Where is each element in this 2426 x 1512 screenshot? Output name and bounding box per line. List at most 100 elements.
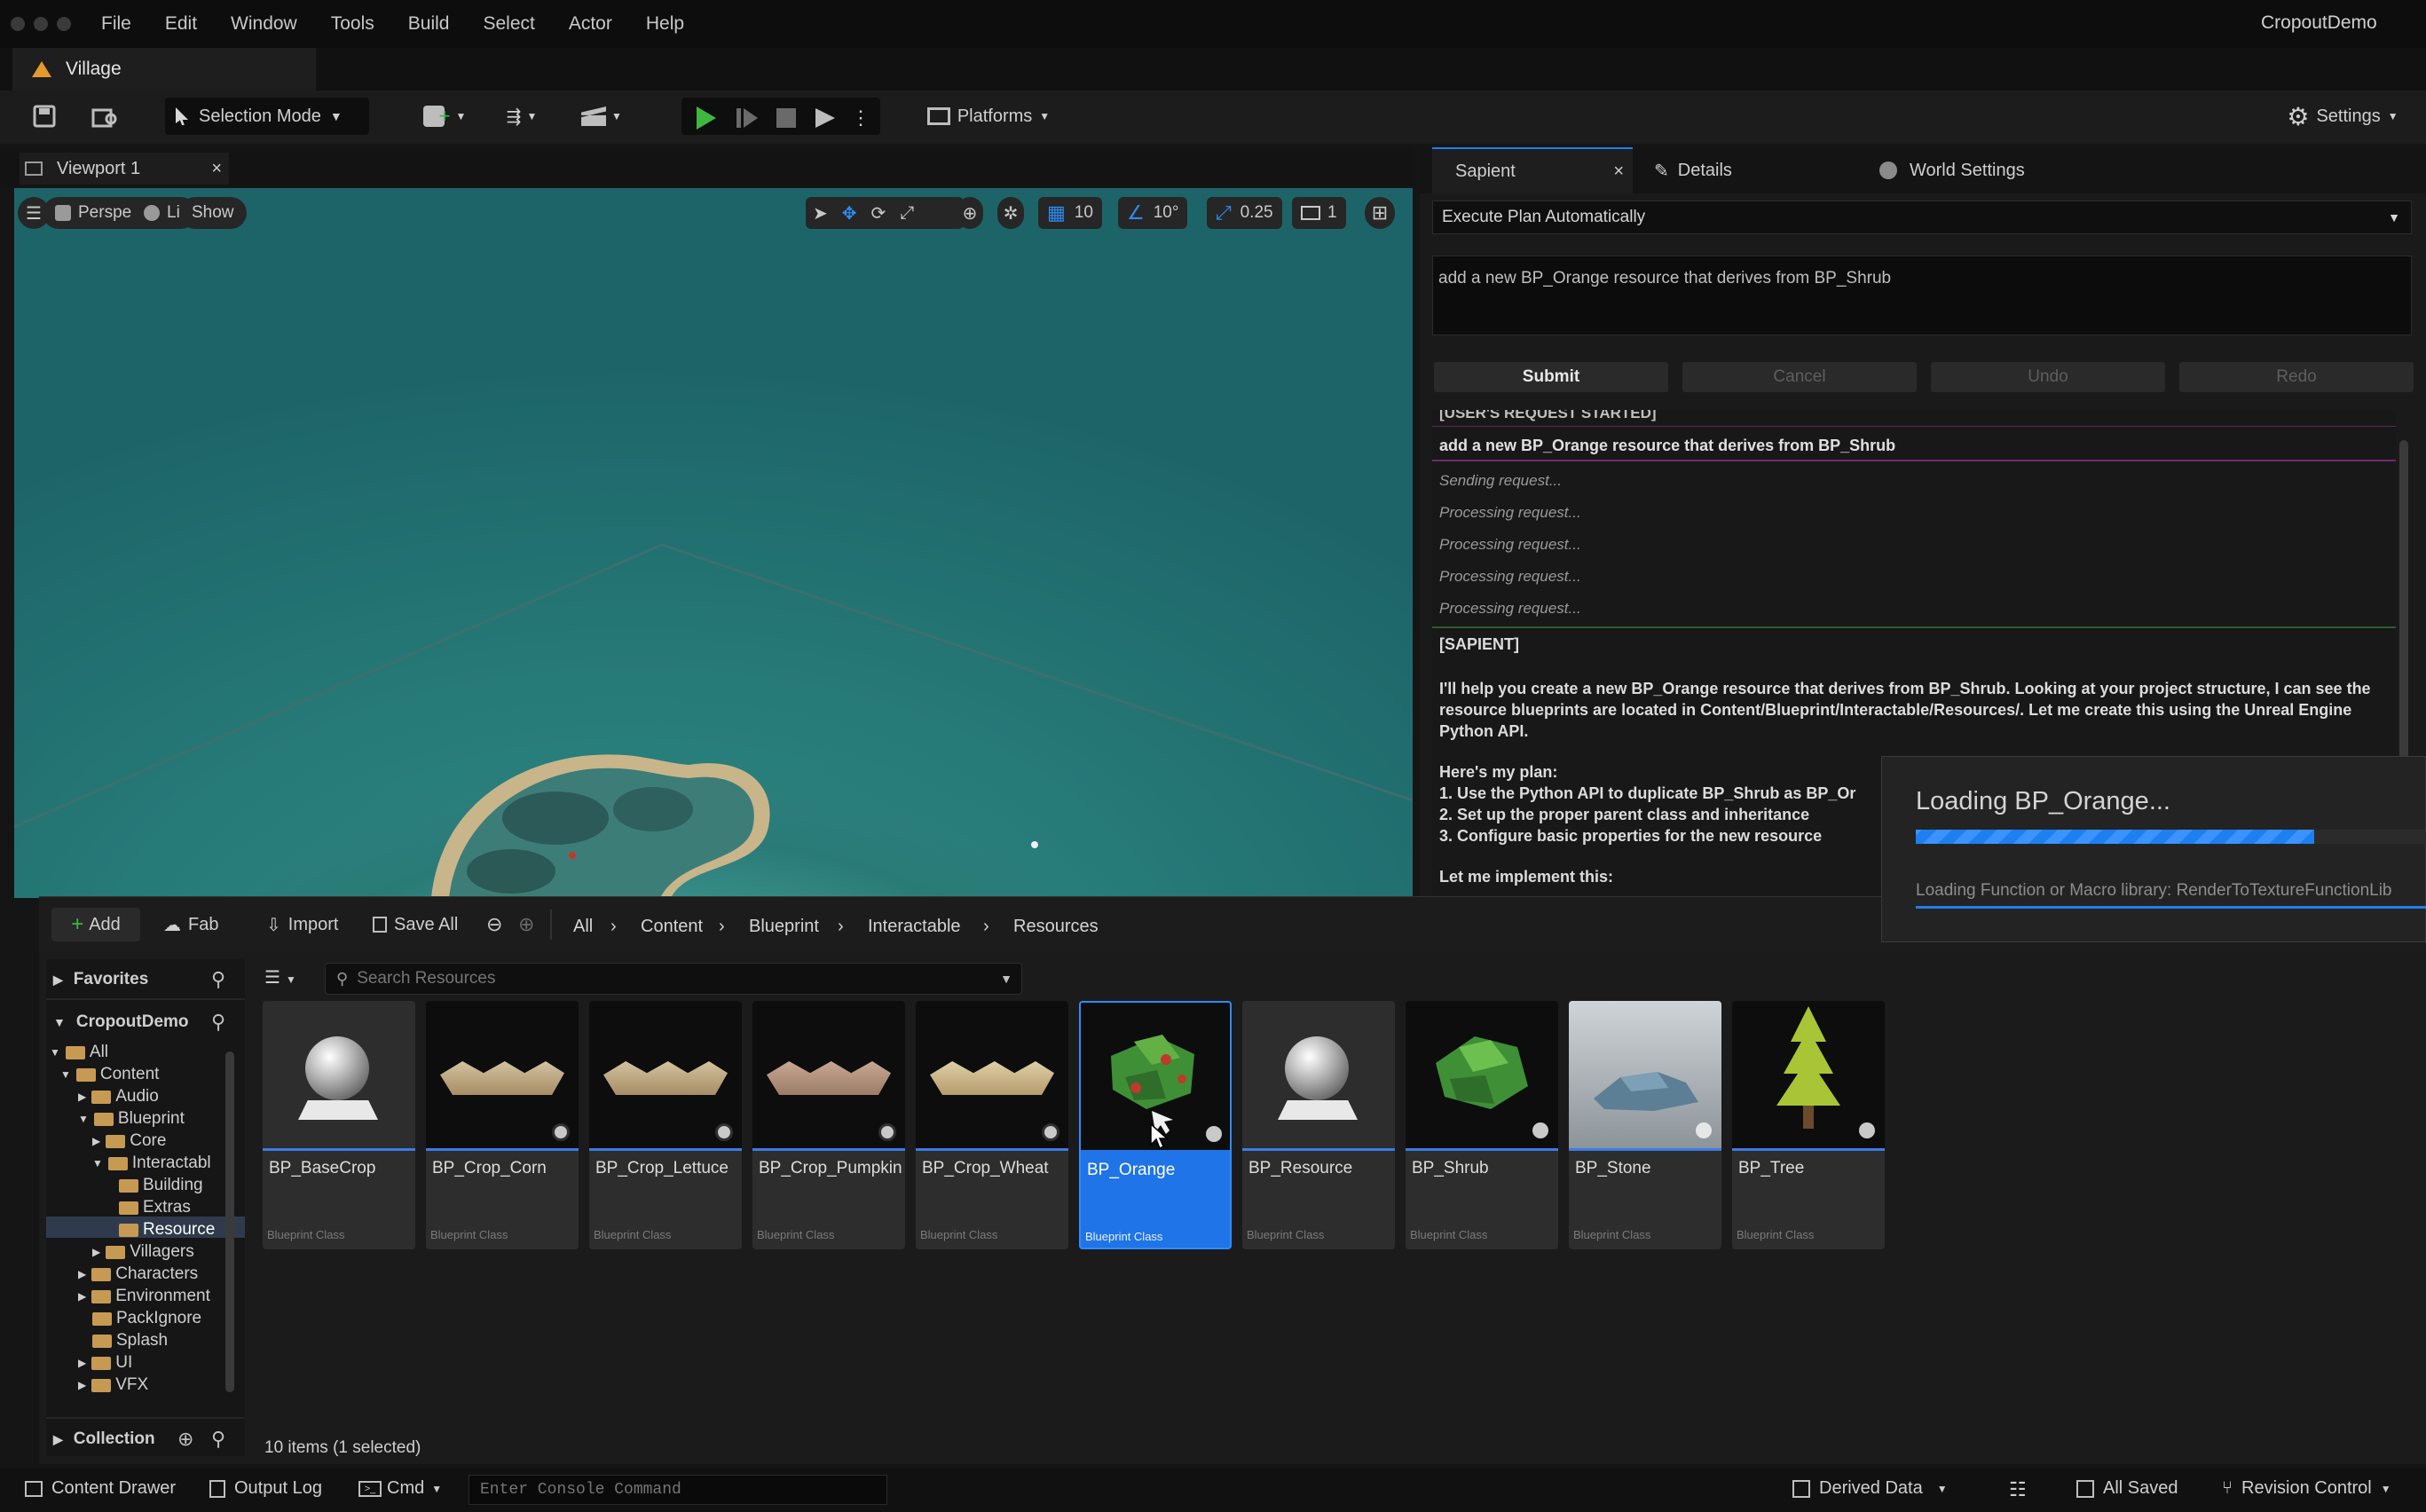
window-minimize-dot[interactable] bbox=[34, 17, 48, 31]
surface-snap-icon[interactable]: ✲ bbox=[997, 197, 1024, 229]
viewport-tab[interactable]: Viewport 1 × bbox=[20, 153, 229, 185]
menu-edit[interactable]: Edit bbox=[165, 13, 197, 35]
source-control-icon[interactable]: ☷ bbox=[2009, 1478, 2027, 1501]
selection-mode-button[interactable]: Selection Mode ▼ bbox=[165, 98, 369, 135]
level-tab[interactable]: Village bbox=[12, 48, 316, 91]
asset-tile[interactable]: BP_Tree Blueprint Class bbox=[1732, 1001, 1885, 1249]
content-drawer-button[interactable]: Content Drawer bbox=[25, 1478, 176, 1499]
tree-item-audio[interactable]: ▶ Audio bbox=[78, 1087, 159, 1106]
close-icon[interactable]: × bbox=[211, 159, 222, 179]
fab-button[interactable]: ☁ Fab bbox=[163, 908, 218, 941]
cinematics-icon[interactable]: ▼ bbox=[573, 98, 630, 135]
save-all-button[interactable]: Save All bbox=[373, 908, 458, 941]
search-field[interactable] bbox=[357, 969, 961, 988]
content-browse-icon[interactable] bbox=[85, 98, 124, 135]
tab-details[interactable]: ✎ Details bbox=[1654, 147, 1732, 193]
tree-item-core[interactable]: ▶ Core bbox=[92, 1131, 166, 1151]
tree-item-splash[interactable]: Splash bbox=[92, 1331, 168, 1351]
rotate-icon[interactable]: ⟳ bbox=[871, 202, 886, 224]
window-maximize-dot[interactable] bbox=[57, 17, 71, 31]
submit-button[interactable]: Submit bbox=[1434, 362, 1668, 392]
execution-mode-dropdown[interactable]: Execute Plan Automatically ▼ bbox=[1432, 201, 2412, 234]
scale-icon[interactable]: ⤢ bbox=[900, 203, 914, 224]
undo-button[interactable]: Undo bbox=[1931, 362, 2165, 392]
asset-tile[interactable]: BP_Crop_Wheat Blueprint Class bbox=[916, 1001, 1068, 1249]
all-saved-button[interactable]: All Saved bbox=[2076, 1478, 2178, 1499]
tree-item-all[interactable]: ▼ All bbox=[50, 1043, 108, 1062]
search-input[interactable]: ⚲ ▼ bbox=[325, 963, 1022, 995]
asset-tile[interactable]: BP_Crop_Pumpkin Blueprint Class bbox=[752, 1001, 905, 1249]
collections-section[interactable]: ▶ Collection bbox=[53, 1429, 155, 1449]
tab-sapient[interactable]: Sapient × bbox=[1432, 147, 1633, 193]
settings-button[interactable]: ⚙ Settings ▼ bbox=[2272, 98, 2414, 135]
menu-build[interactable]: Build bbox=[408, 13, 450, 35]
play-icon[interactable] bbox=[689, 99, 724, 137]
tree-item-resources[interactable]: Resource bbox=[119, 1220, 215, 1240]
tree-item-extras[interactable]: Extras bbox=[119, 1198, 191, 1217]
favorites-section[interactable]: ▶ Favorites bbox=[53, 970, 148, 989]
add-collection-icon[interactable]: ⊕ bbox=[177, 1428, 193, 1451]
breadcrumb-content[interactable]: Content bbox=[641, 917, 703, 937]
menu-select[interactable]: Select bbox=[483, 13, 534, 35]
console-command-input[interactable] bbox=[469, 1475, 887, 1505]
menu-window[interactable]: Window bbox=[231, 13, 297, 35]
redo-button[interactable]: Redo bbox=[2179, 362, 2414, 392]
tree-item-characters[interactable]: ▶ Characters bbox=[78, 1264, 198, 1284]
project-root[interactable]: ▼ CropoutDemo bbox=[53, 1012, 189, 1032]
blueprint-menu-icon[interactable]: ⇶ ▼ bbox=[493, 98, 550, 135]
tree-item-environment[interactable]: ▶ Environment bbox=[78, 1287, 210, 1306]
grid-snap-button[interactable]: ▦ 10 bbox=[1038, 197, 1102, 229]
camera-speed-button[interactable]: 1 bbox=[1292, 197, 1346, 229]
layout-icon[interactable]: ⊞ bbox=[1365, 197, 1395, 229]
derived-data-button[interactable]: Derived Data ▼ bbox=[1792, 1478, 1948, 1499]
import-button[interactable]: ⇩ Import bbox=[266, 908, 338, 941]
search-icon[interactable]: ⚲ bbox=[211, 1011, 225, 1034]
asset-tile[interactable]: BP_Crop_Corn Blueprint Class bbox=[426, 1001, 579, 1249]
tree-item-vfx[interactable]: ▶ VFX bbox=[78, 1375, 148, 1395]
prompt-input[interactable]: add a new BP_Orange resource that derive… bbox=[1432, 256, 2412, 335]
breadcrumb-all[interactable]: All bbox=[573, 917, 593, 937]
stop-icon[interactable] bbox=[768, 99, 804, 137]
tab-world-settings[interactable]: World Settings bbox=[1879, 147, 2025, 193]
tree-item-villagers[interactable]: ▶ Villagers bbox=[92, 1242, 194, 1262]
step-forward-icon[interactable] bbox=[729, 99, 765, 137]
add-actor-icon[interactable]: + ▼ bbox=[415, 98, 474, 135]
asset-tile[interactable]: BP_BaseCrop Blueprint Class bbox=[263, 1001, 415, 1249]
history-forward-icon[interactable]: ⊕ bbox=[518, 908, 534, 941]
menu-actor[interactable]: Actor bbox=[569, 13, 612, 35]
save-icon[interactable] bbox=[27, 98, 62, 135]
filter-button[interactable]: ☰ ▼ bbox=[264, 966, 296, 988]
menu-file[interactable]: File bbox=[101, 13, 131, 35]
select-icon[interactable]: ➤ bbox=[813, 202, 828, 224]
breadcrumb-resources[interactable]: Resources bbox=[1013, 917, 1099, 937]
eject-icon[interactable] bbox=[807, 99, 843, 137]
add-button[interactable]: + Add bbox=[51, 908, 140, 941]
history-back-icon[interactable]: ⊖ bbox=[486, 908, 502, 941]
asset-tile[interactable]: BP_Resource Blueprint Class bbox=[1242, 1001, 1395, 1249]
asset-tile[interactable]: BP_Shrub Blueprint Class bbox=[1406, 1001, 1558, 1249]
asset-tile[interactable]: BP_Crop_Lettuce Blueprint Class bbox=[589, 1001, 742, 1249]
cmd-dropdown[interactable]: >_ Cmd ▼ bbox=[358, 1478, 442, 1499]
breadcrumb-interactable[interactable]: Interactable bbox=[868, 917, 961, 937]
breadcrumb-blueprint[interactable]: Blueprint bbox=[749, 917, 819, 937]
play-options-icon[interactable]: ⋮ bbox=[848, 99, 873, 137]
search-icon[interactable]: ⚲ bbox=[211, 968, 225, 991]
translate-icon[interactable]: ✥ bbox=[842, 202, 857, 224]
tree-item-building[interactable]: Building bbox=[119, 1176, 203, 1195]
rotation-snap-button[interactable]: ∠ 10° bbox=[1118, 197, 1188, 229]
show-button[interactable]: Show bbox=[179, 197, 247, 229]
output-log-button[interactable]: Output Log bbox=[209, 1478, 322, 1499]
tree-item-packignore[interactable]: PackIgnore bbox=[92, 1309, 201, 1328]
close-icon[interactable]: × bbox=[1613, 161, 1624, 182]
scale-snap-button[interactable]: ⤢ 0.25 bbox=[1207, 197, 1282, 229]
world-local-icon[interactable]: ⊕ bbox=[957, 197, 983, 229]
tree-item-interactable[interactable]: ▼ Interactabl bbox=[92, 1154, 211, 1173]
platforms-button[interactable]: Platforms ▼ bbox=[918, 98, 1059, 135]
level-viewport[interactable]: ☰ Perspective Lit Show ➤ ✥ ⟳ ⤢ ⊕ ✲ ▦ 10 … bbox=[14, 188, 1413, 898]
tree-item-content[interactable]: ▼ Content bbox=[60, 1065, 159, 1084]
cancel-button[interactable]: Cancel bbox=[1682, 362, 1917, 392]
tree-item-ui[interactable]: ▶ UI bbox=[78, 1353, 132, 1373]
tree-item-blueprint[interactable]: ▼ Blueprint bbox=[78, 1109, 185, 1129]
asset-tile[interactable]: BP_Stone Blueprint Class bbox=[1569, 1001, 1721, 1249]
search-icon[interactable]: ⚲ bbox=[211, 1428, 225, 1451]
